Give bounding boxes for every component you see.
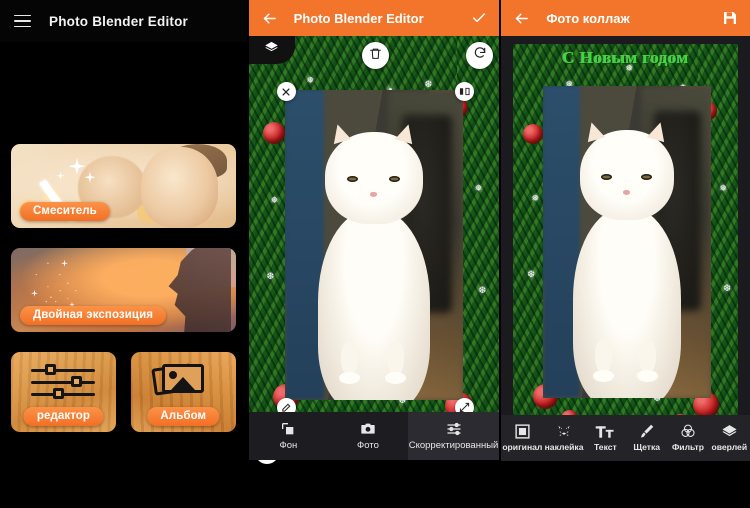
refresh-icon	[473, 46, 487, 65]
nav-label-adjusted: Скорректированный	[408, 439, 499, 451]
flip-horizontal-icon	[459, 86, 470, 97]
card-label-editor: редактор	[23, 407, 104, 426]
home-small-card-row: редактор Альбом	[11, 352, 236, 432]
card-blender[interactable]: Смеситель	[11, 144, 236, 228]
page-title: Photo Blender Editor	[49, 13, 188, 29]
panel-photo-collage: Фото коллаж ❅ ❅ ❆ ❅ ❆ ❅ ❆	[501, 0, 750, 508]
nav-label-sticker: наклейка	[544, 442, 584, 453]
photo-layer[interactable]	[284, 90, 463, 400]
panel-home-screen: Photo Blender Editor Смеситель Двойная э…	[0, 0, 247, 508]
check-icon[interactable]	[471, 10, 487, 26]
editor-app-bar: Photo Blender Editor	[248, 0, 500, 36]
filter-circles-icon	[679, 423, 697, 440]
nav-label-overlay: оверлей	[711, 442, 748, 453]
camera-icon	[360, 421, 376, 438]
text-icon	[595, 423, 615, 440]
cat-face-icon	[555, 423, 573, 440]
nav-item-filter[interactable]: Фильтр	[667, 415, 708, 461]
nav-label-photo: Фото	[357, 439, 379, 451]
card-double-exposure[interactable]: Двойная экспозиция	[11, 248, 236, 332]
page-title: Photo Blender Editor	[293, 10, 424, 26]
flip-handle[interactable]	[454, 82, 474, 101]
home-card-list: Смеситель Двойная экспозиция редактор Ал…	[0, 42, 247, 432]
nav-item-photo[interactable]: Фото	[328, 412, 408, 460]
back-arrow-icon[interactable]	[513, 10, 530, 27]
nav-label-background: Фон	[279, 439, 298, 451]
card-label-blender: Смеситель	[20, 202, 110, 221]
nav-label-filter: Фильтр	[671, 442, 705, 453]
hamburger-icon[interactable]	[14, 14, 31, 28]
page-title: Фото коллаж	[546, 10, 630, 26]
card-label-double-exposure: Двойная экспозиция	[20, 306, 167, 325]
card-editor[interactable]: редактор	[11, 352, 116, 432]
layers-icon	[264, 40, 279, 60]
back-arrow-icon[interactable]	[261, 10, 278, 27]
collage-canvas[interactable]: ❅ ❅ ❆ ❅ ❆ ❅ ❆ ❅ ❆ С Новым годом	[501, 36, 750, 461]
nav-label-original: оригинал	[502, 442, 543, 453]
brush-icon	[638, 423, 655, 440]
greeting-text[interactable]: С Новым годом	[563, 48, 689, 68]
photo-layer[interactable]	[543, 86, 712, 398]
card-label-album: Альбом	[147, 407, 220, 426]
nav-item-background[interactable]: Фон	[249, 412, 329, 460]
trash-icon	[369, 47, 382, 65]
card-album[interactable]: Альбом	[130, 352, 236, 432]
home-app-bar: Photo Blender Editor	[0, 0, 247, 42]
nav-item-text[interactable]: Текст	[585, 415, 626, 461]
editor-bottom-nav: Фон Фото Скорректированный	[248, 412, 500, 460]
sliders-icon	[31, 364, 96, 400]
photo-stack-icon	[151, 363, 213, 404]
save-icon[interactable]	[722, 10, 738, 26]
nav-item-brush[interactable]: Щетка	[626, 415, 667, 461]
square-frame-icon	[514, 423, 531, 440]
screenshot-root: Photo Blender Editor Смеситель Двойная э…	[0, 0, 750, 508]
layers-button[interactable]	[248, 36, 295, 64]
nav-item-sticker[interactable]: наклейка	[543, 415, 584, 461]
close-icon	[281, 87, 291, 97]
nav-item-adjusted[interactable]: Скорректированный	[407, 412, 500, 460]
editor-canvas[interactable]: ❅ ❅ ❆ ❅ ❆ ❅ ❆ ❅ ❆ ❅	[248, 36, 500, 464]
adjust-icon	[446, 421, 462, 438]
collage-app-bar: Фото коллаж	[501, 0, 750, 36]
frame-icon	[280, 421, 296, 438]
collage-bottom-nav: оригинал наклейка Текст Щетка Фильтр ове…	[501, 415, 750, 461]
nav-label-text: Текст	[593, 442, 617, 453]
panel-blender-editor: Photo Blender Editor ❅ ❅ ❆ ❅ ❆ ❅	[248, 0, 500, 508]
nav-label-brush: Щетка	[633, 442, 661, 453]
nav-item-overlay[interactable]: оверлей	[709, 415, 750, 461]
nav-item-original[interactable]: оригинал	[501, 415, 543, 461]
delete-layer-button[interactable]	[361, 42, 389, 69]
layers-icon	[721, 423, 738, 440]
close-layer-handle[interactable]	[276, 82, 296, 101]
